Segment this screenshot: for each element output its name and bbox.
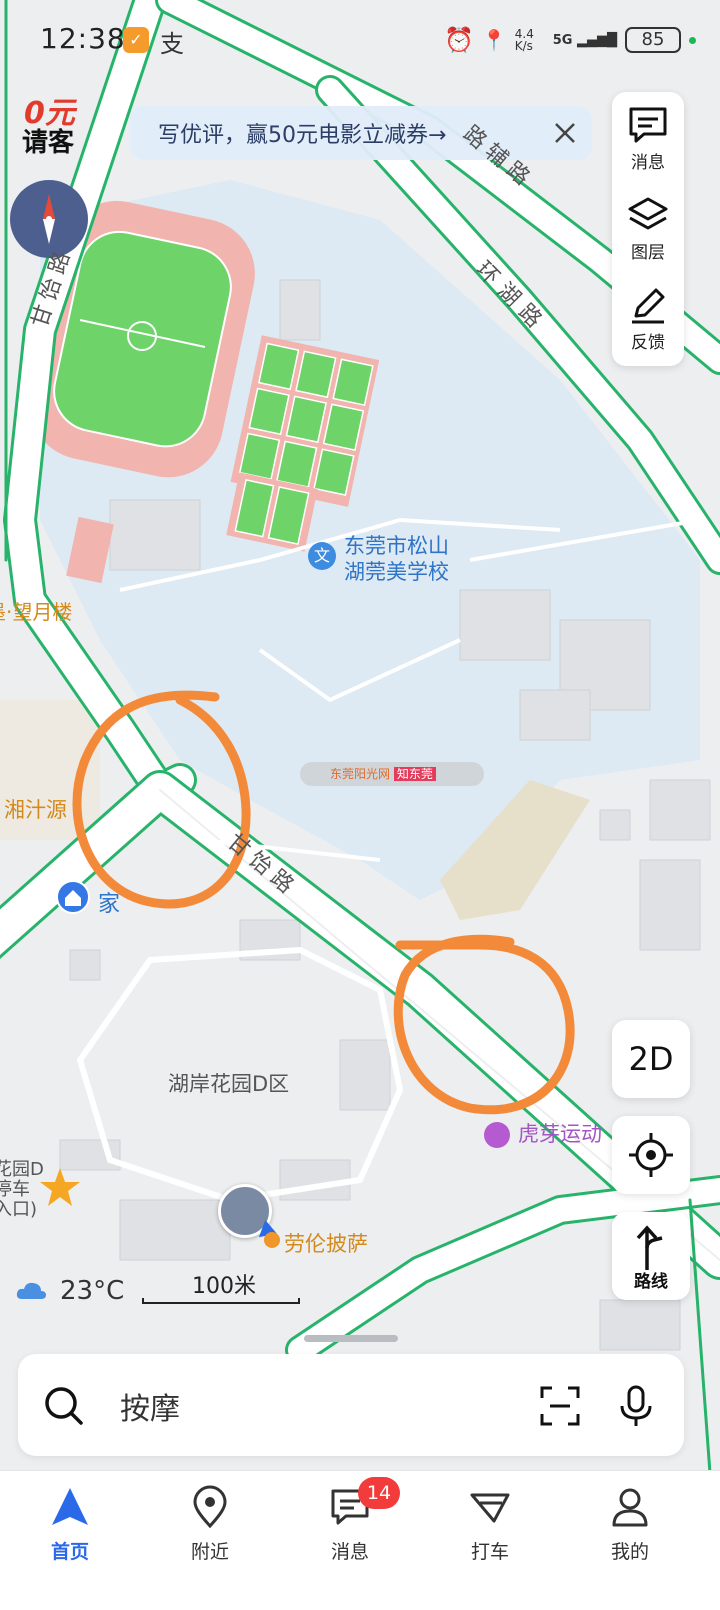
banner-text: 写优评，赢50元电影立减券→	[158, 123, 447, 148]
hu-ya-label: 虎芽运动	[518, 1122, 602, 1146]
home-label: 家	[98, 892, 121, 917]
messages-button[interactable]: 消息	[612, 96, 684, 184]
route-label: 路线	[634, 1272, 668, 1292]
bottom-tab-bar: 首页 附近 14 消息 打车 我的	[0, 1470, 720, 1610]
layers-button[interactable]: 图层	[612, 186, 684, 274]
parking-line3: 入口)	[0, 1199, 38, 1220]
tab-home-label: 首页	[50, 1541, 89, 1563]
tab-taxi-label: 打车	[470, 1541, 509, 1563]
parking-line2: 停车	[0, 1179, 30, 1200]
scan-icon[interactable]	[538, 1384, 582, 1428]
view-mode-2d-button[interactable]: 2D	[612, 1020, 690, 1098]
feedback-pen-icon	[632, 288, 665, 324]
status-time: 12:38	[40, 22, 126, 55]
ad-watermark: 东莞阳光网 知东莞	[300, 762, 484, 786]
location-pin-icon	[193, 1485, 227, 1529]
feedback-button[interactable]: 反馈	[612, 276, 684, 364]
restaurant-icon	[264, 1232, 280, 1248]
scale-bar	[142, 1298, 300, 1304]
school-name-line2: 湖莞美学校	[344, 560, 449, 584]
poi-wangyue[interactable]: 墨·望月楼	[0, 596, 72, 625]
ad-text1: 东莞阳光网	[330, 767, 391, 781]
tab-home[interactable]: 首页	[10, 1485, 130, 1564]
network-speed: 4.4 K/s	[514, 27, 534, 53]
home-marker-icon	[56, 880, 90, 914]
taxi-flag-icon	[470, 1493, 510, 1523]
search-icon	[45, 1387, 83, 1425]
school-icon: 文	[308, 542, 336, 570]
temperature: 23°C	[60, 1276, 125, 1306]
active-dot	[689, 36, 696, 44]
tab-nearby[interactable]: 附近	[150, 1485, 270, 1564]
app-notification-icon: ✓	[123, 27, 149, 53]
tab-nearby-label: 附近	[190, 1541, 229, 1563]
battery-indicator: 85	[625, 27, 681, 53]
tab-profile[interactable]: 我的	[570, 1485, 690, 1564]
close-icon[interactable]	[548, 116, 582, 150]
microphone-icon[interactable]	[614, 1384, 658, 1428]
user-location-avatar[interactable]	[218, 1184, 277, 1245]
sports-store-icon	[484, 1122, 510, 1148]
message-icon	[629, 107, 667, 143]
alarm-icon: ⏰	[443, 26, 474, 54]
area-label-hu-an-garden: 湖岸花园D区	[168, 1072, 290, 1096]
promo-line2: 请客	[22, 128, 75, 158]
status-bar: 12:38 ✓ 支 ⏰ 📍 4.4 K/s 5G ▂▄▆█ 85	[0, 0, 720, 80]
parking-line1: 花园D	[0, 1159, 44, 1180]
messages-badge: 14	[358, 1477, 400, 1509]
promo-zero-yuan-logo[interactable]: 0元 请客	[12, 88, 92, 158]
feedback-label: 反馈	[631, 333, 665, 353]
tab-profile-label: 我的	[610, 1541, 649, 1563]
ad-text2: 知东莞	[393, 767, 436, 781]
route-button[interactable]: 路线	[612, 1212, 690, 1300]
lao-lun-label: 劳伦披萨	[284, 1232, 368, 1256]
signal-icon: 5G ▂▄▆█	[552, 32, 617, 48]
search-bar[interactable]: 按摩	[18, 1354, 684, 1456]
poi-xiangzhi[interactable]: 湘汁源	[4, 794, 67, 824]
map-scale: 100米	[142, 1268, 300, 1308]
layers-icon	[628, 197, 668, 230]
messages-label: 消息	[631, 153, 665, 173]
navigation-arrow-icon	[52, 1488, 88, 1525]
locate-button[interactable]	[612, 1116, 690, 1194]
poi-parking[interactable]: 花园D 停车 入口)	[0, 1160, 44, 1220]
weather-widget[interactable]: 23°C	[14, 1276, 124, 1306]
drawer-handle[interactable]	[304, 1335, 398, 1342]
tab-taxi[interactable]: 打车	[430, 1485, 550, 1564]
cloud-icon	[16, 1282, 46, 1299]
review-promo-banner[interactable]: 写优评，赢50元电影立减券→	[130, 106, 592, 160]
route-turn-icon	[636, 1225, 663, 1270]
search-input[interactable]: 按摩	[120, 1384, 180, 1428]
locate-crosshair-icon	[629, 1133, 673, 1177]
tab-messages[interactable]: 14 消息	[290, 1477, 410, 1564]
scale-label: 100米	[192, 1274, 256, 1299]
user-icon	[612, 1488, 648, 1527]
status-right-icons: ⏰ 📍 4.4 K/s 5G ▂▄▆█ 85	[444, 26, 696, 54]
location-status-icon: 📍	[481, 28, 507, 52]
map-tools-panel: 消息 图层 反馈	[612, 92, 684, 366]
tab-messages-label: 消息	[330, 1541, 369, 1563]
layers-label: 图层	[631, 243, 665, 263]
alipay-icon: 支	[160, 30, 184, 58]
